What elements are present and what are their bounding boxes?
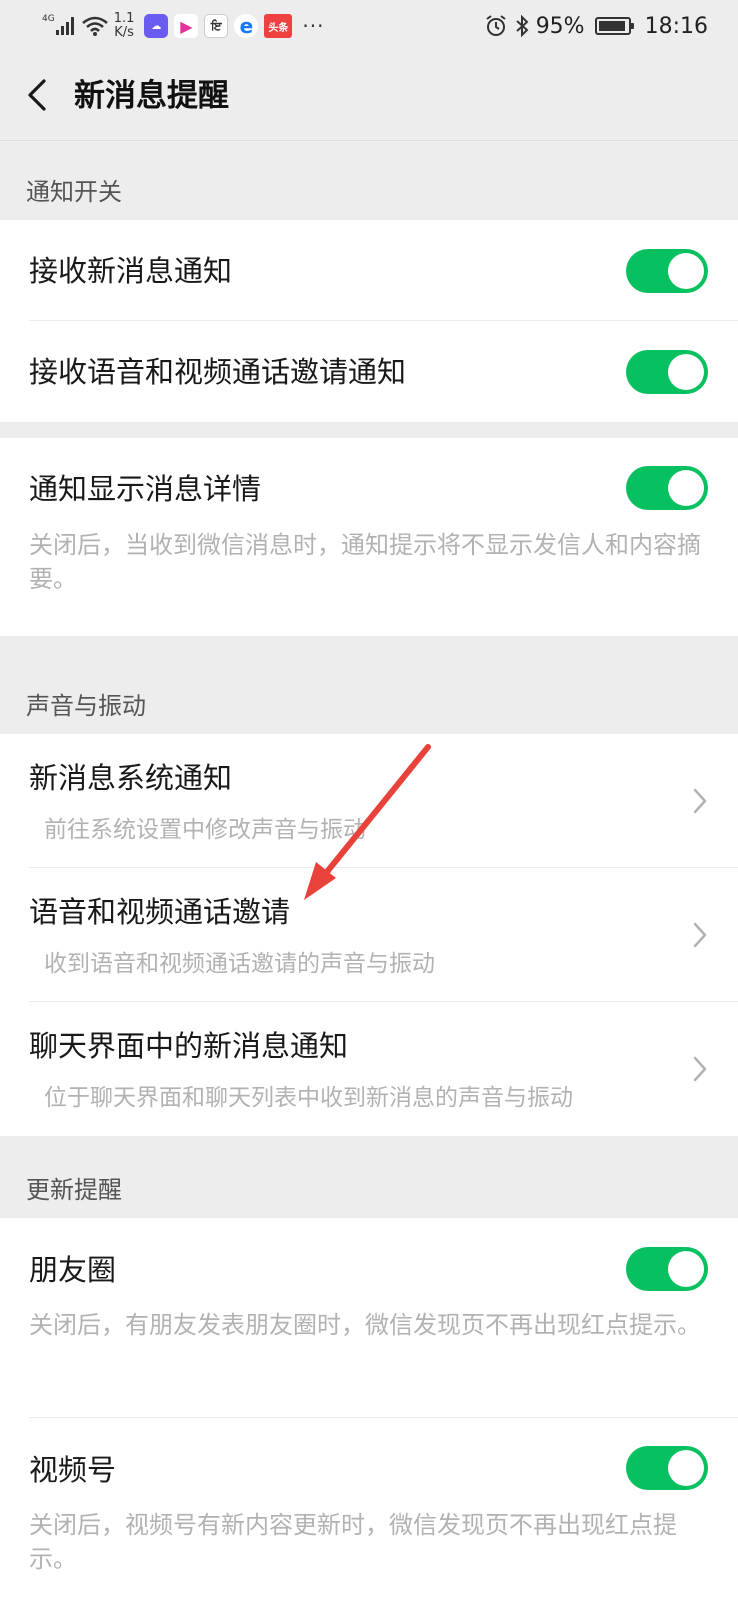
row-description: 关闭后，视频号有新内容更新时，微信发现页不再出现红点提示。 xyxy=(29,1511,677,1573)
alarm-icon xyxy=(486,15,506,36)
row-chat-new-message-notify[interactable]: 聊天界面中的新消息通知 位于聊天界面和聊天列表中收到新消息的声音与振动 xyxy=(0,1002,738,1136)
row-channels: 视频号 关闭后，视频号有新内容更新时，微信发现页不再出现红点提示。 xyxy=(0,1418,738,1600)
chevron-right-icon xyxy=(693,1056,707,1082)
row-label: 接收新消息通知 xyxy=(29,254,233,288)
wifi-icon xyxy=(81,16,108,36)
row-show-message-detail: 通知显示消息详情 关闭后，当收到微信消息时，通知提示将不显示发信人和内容摘要。 xyxy=(0,438,738,636)
row-call-invite-sound[interactable]: 语音和视频通话邀请 收到语音和视频通话邀请的声音与振动 xyxy=(0,868,738,1002)
row-label: 接收语音和视频通话邀请通知 xyxy=(29,355,407,389)
row-moments: 朋友圈 关闭后，有朋友发表朋友圈时，微信发现页不再出现红点提示。 xyxy=(0,1218,738,1418)
clock: 18:16 xyxy=(644,13,708,39)
app-icon-toutiao: 头条 xyxy=(264,14,293,38)
speed-value: 1.1 xyxy=(113,11,135,26)
page-title: 新消息提醒 xyxy=(74,78,229,114)
section-header-sound-vibration: 声音与振动 xyxy=(26,692,146,720)
battery-fill xyxy=(598,21,626,31)
cellular-signal-icon xyxy=(55,17,74,35)
navigation-bar: 新消息提醒 xyxy=(0,50,738,141)
row-label: 朋友圈 xyxy=(29,1253,117,1287)
app-icon-news: ਇ xyxy=(204,14,229,38)
section-header-update-remind: 更新提醒 xyxy=(26,1176,122,1204)
chevron-right-icon xyxy=(693,788,707,814)
row-description: 关闭后，当收到微信消息时，通知提示将不显示发信人和内容摘要。 xyxy=(29,531,701,593)
row-description: 前往系统设置中修改声音与振动 xyxy=(44,817,366,843)
row-receive-call-invite: 接收语音和视频通话邀请通知 xyxy=(0,321,738,422)
row-new-message-system-notify[interactable]: 新消息系统通知 前往系统设置中修改声音与振动 xyxy=(0,734,738,868)
receive-new-message-toggle[interactable] xyxy=(626,249,708,293)
row-label: 新消息系统通知 xyxy=(29,761,233,795)
group-notify-switch: 接收新消息通知 接收语音和视频通话邀请通知 xyxy=(0,220,738,422)
group-update-remind: 朋友圈 关闭后，有朋友发表朋友圈时，微信发现页不再出现红点提示。 视频号 关闭后… xyxy=(0,1218,738,1600)
row-label: 聊天界面中的新消息通知 xyxy=(29,1029,349,1063)
row-description: 关闭后，有朋友发表朋友圈时，微信发现页不再出现红点提示。 xyxy=(29,1311,701,1339)
moments-toggle[interactable] xyxy=(626,1247,708,1291)
row-description: 收到语音和视频通话邀请的声音与振动 xyxy=(44,951,435,977)
network-speed: 1.1 K/s xyxy=(114,12,135,40)
group-sound-vibration: 新消息系统通知 前往系统设置中修改声音与振动 语音和视频通话邀请 收到语音和视频… xyxy=(0,734,738,1136)
speed-unit: K/s xyxy=(114,25,134,40)
chevron-left-icon xyxy=(28,79,46,111)
toggle-knob xyxy=(668,354,704,390)
group-show-detail: 通知显示消息详情 关闭后，当收到微信消息时，通知提示将不显示发信人和内容摘要。 xyxy=(0,438,738,636)
bluetooth-icon xyxy=(516,14,529,38)
row-label: 视频号 xyxy=(29,1453,117,1487)
chevron-right-icon xyxy=(693,922,707,948)
toggle-knob xyxy=(668,253,704,289)
app-icon-browser: e xyxy=(234,14,259,38)
section-header-notify-switch: 通知开关 xyxy=(26,178,122,206)
more-notifications-icon: ··· xyxy=(302,14,325,38)
toggle-knob xyxy=(668,470,704,506)
receive-call-invite-toggle[interactable] xyxy=(626,350,708,394)
back-button[interactable] xyxy=(20,72,66,118)
row-label: 语音和视频通话邀请 xyxy=(29,895,291,929)
app-icon-play: ▶ xyxy=(174,14,199,38)
show-message-detail-toggle[interactable] xyxy=(626,466,708,510)
battery-percent: 95% xyxy=(535,13,585,39)
network-type: 4G xyxy=(42,14,55,24)
row-label: 通知显示消息详情 xyxy=(29,472,262,506)
toggle-knob xyxy=(668,1450,704,1486)
app-icon-cloud: ☁ xyxy=(144,14,169,38)
row-description: 位于聊天界面和聊天列表中收到新消息的声音与振动 xyxy=(44,1085,573,1111)
channels-toggle[interactable] xyxy=(626,1446,708,1490)
battery-icon xyxy=(594,17,634,35)
toggle-knob xyxy=(668,1251,704,1287)
row-receive-new-message: 接收新消息通知 xyxy=(0,220,738,321)
status-bar: 4G 1.1 K/s ☁ ▶ ਇ e 头条 ··· 95% 18:16 xyxy=(0,0,738,50)
